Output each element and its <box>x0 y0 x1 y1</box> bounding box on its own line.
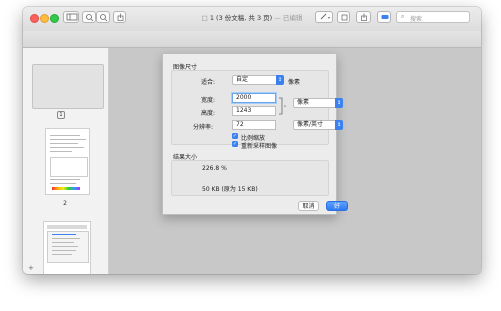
ok-button[interactable]: 好 <box>326 201 348 211</box>
page-number: 2 <box>63 200 67 207</box>
highlighter-icon <box>381 15 389 19</box>
page-thumbnail[interactable] <box>43 221 91 274</box>
preview-window: □ 1 (3 份文稿, 共 3 页) — 已编辑 ⌕ 搜索 □ ✦ ✒ ▭ T … <box>23 7 481 274</box>
resolution-field[interactable]: 72 <box>232 120 276 130</box>
document-icon: □ <box>201 14 208 22</box>
resolution-label: 分辨率: <box>193 124 214 131</box>
markup-toolbar-button[interactable] <box>315 11 333 23</box>
height-field[interactable]: 1243 <box>232 106 276 116</box>
rotate-icon <box>341 14 348 21</box>
edited-status[interactable]: — 已编辑 <box>274 14 302 22</box>
chevron-updown-icon: ↕ <box>335 98 343 108</box>
height-label: 高度: <box>201 110 216 117</box>
fit-unit-label: 像素 <box>288 79 301 86</box>
cancel-button[interactable]: 取消 <box>298 201 319 211</box>
resample-checkbox[interactable]: ✓ <box>232 141 238 147</box>
search-icon: ⌕ <box>401 13 405 20</box>
scale-proportionally-checkbox[interactable]: ✓ <box>232 133 238 139</box>
share-sheet-button[interactable] <box>356 11 371 23</box>
add-page-button[interactable]: + <box>28 264 34 272</box>
markup-toolbar: □ ✦ ✒ ▭ T ✐ ◑ ↹ ▧ ≡ A <box>23 31 481 67</box>
rotate-button[interactable] <box>337 11 350 23</box>
resample-label: 重新采样图像 <box>241 143 278 150</box>
fit-label: 适合: <box>201 79 216 86</box>
width-field[interactable]: 2000 <box>232 93 276 103</box>
search-field[interactable]: ⌕ 搜索 <box>396 11 470 23</box>
size-unit-value: 像素 <box>297 99 310 106</box>
page-number: 1 <box>57 111 65 119</box>
fit-popup-value: 自定 <box>236 76 249 83</box>
window-title-text: 1 (3 份文稿, 共 3 页) <box>209 14 273 22</box>
link-bracket-icon: ⚬ <box>279 97 287 115</box>
share-arrow-icon <box>361 13 367 21</box>
resolution-unit-popup[interactable]: 像素/英寸 ↕ <box>293 120 343 130</box>
result-percent: 226.8 % <box>202 165 227 172</box>
page-thumbnail[interactable] <box>32 64 104 109</box>
thumbnail-sidebar: 1 2 + <box>23 48 109 274</box>
size-unit-popup[interactable]: 像素 ↕ <box>293 98 343 108</box>
result-filesize: 50 KB (原为 15 KB) <box>202 186 258 193</box>
pen-tip-icon <box>320 13 330 20</box>
fit-popup[interactable]: 自定 ↕ <box>232 75 284 85</box>
search-placeholder: 搜索 <box>410 15 423 23</box>
chevron-updown-icon: ↕ <box>276 75 284 85</box>
chevron-updown-icon: ↕ <box>335 120 343 130</box>
resolution-unit-value: 像素/英寸 <box>297 121 324 128</box>
svg-text:⚬: ⚬ <box>283 104 287 110</box>
title-bar: □ 1 (3 份文稿, 共 3 页) — 已编辑 ⌕ 搜索 <box>23 7 481 31</box>
adjust-size-dialog: 图像尺寸 适合: 自定 ↕ 像素 宽度: 2000 高度: 1243 ⚬ 像素 … <box>162 53 348 215</box>
highlight-button[interactable] <box>377 11 391 23</box>
width-label: 宽度: <box>201 97 216 104</box>
page-thumbnail[interactable] <box>45 128 90 195</box>
